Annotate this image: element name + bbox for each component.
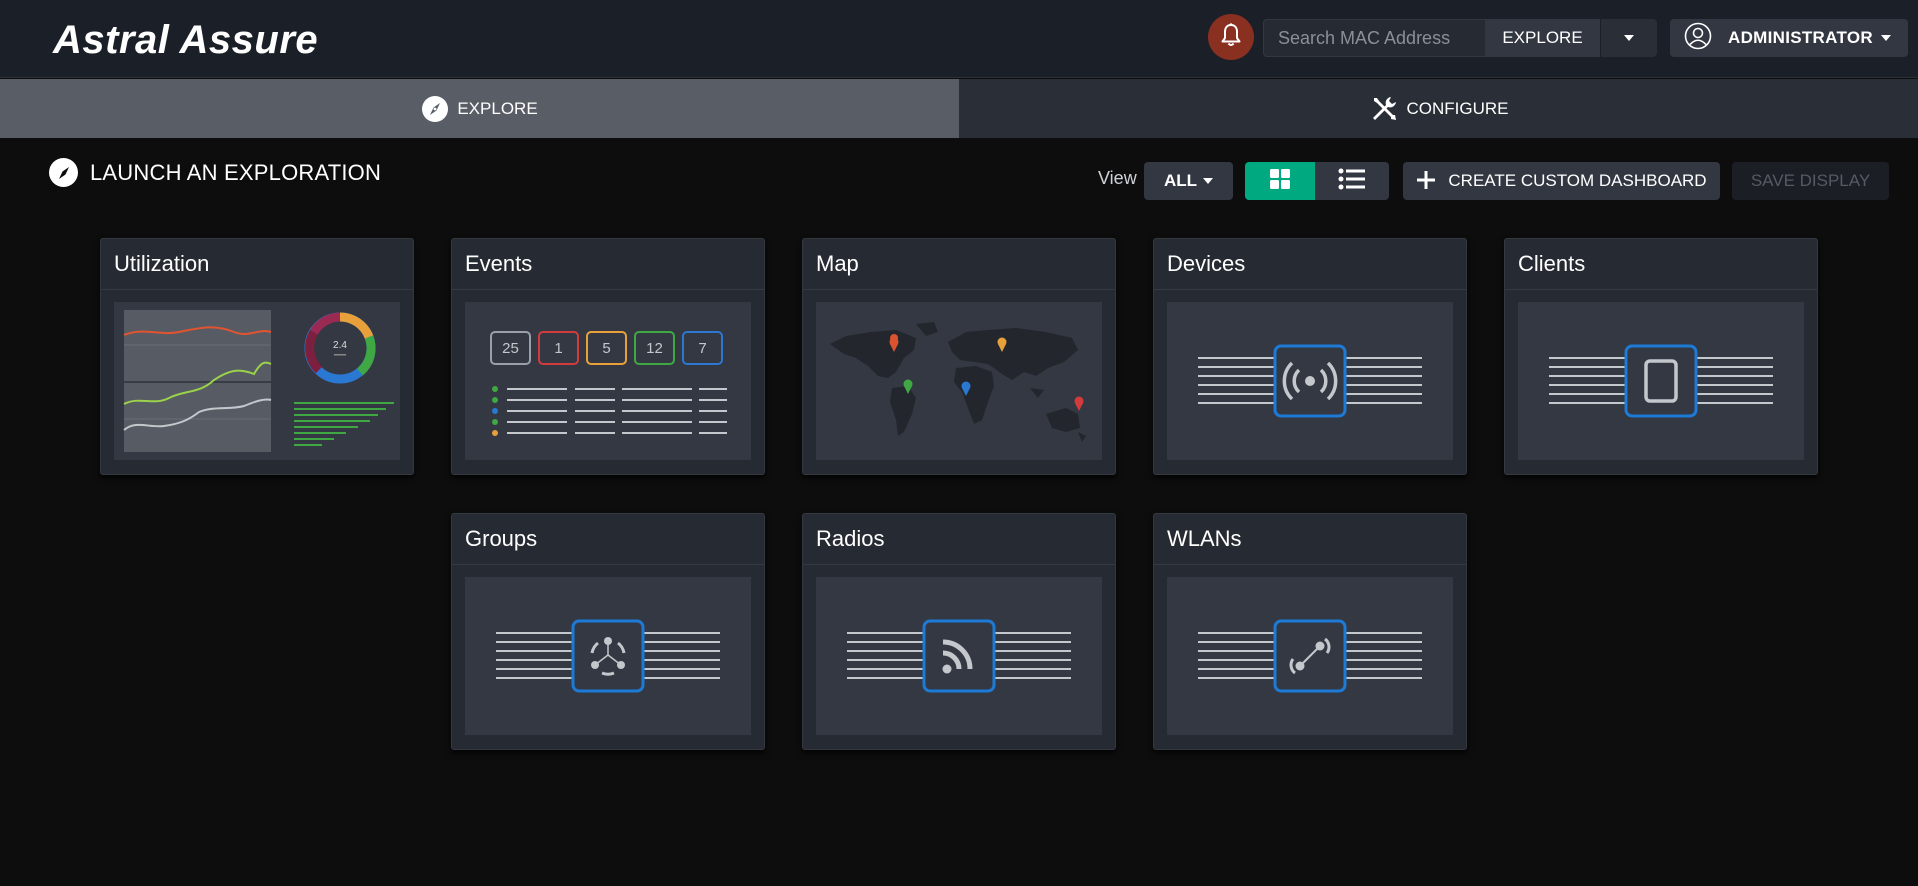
card-groups[interactable]: Groups <box>451 513 765 750</box>
tab-explore[interactable]: EXPLORE <box>0 79 959 138</box>
bell-icon <box>1219 22 1243 53</box>
list-view-button[interactable] <box>1315 162 1389 200</box>
card-divider <box>803 289 1115 290</box>
main-tabs: EXPLORE CONFIGURE <box>0 79 1918 138</box>
card-clients[interactable]: Clients <box>1504 238 1818 475</box>
save-display-button[interactable]: SAVE DISPLAY <box>1732 162 1889 200</box>
card-title: WLANs <box>1167 526 1242 551</box>
groups-preview <box>465 577 751 735</box>
card-title: Utilization <box>114 251 210 276</box>
card-divider <box>1154 564 1466 565</box>
card-title: Events <box>465 251 533 276</box>
chevron-down-icon <box>1880 35 1891 41</box>
explore-search-button[interactable]: EXPLORE <box>1485 19 1600 57</box>
events-preview: 25 1 5 12 7 <box>465 302 751 460</box>
card-divider <box>101 289 413 290</box>
devices-preview <box>1167 302 1453 460</box>
chevron-down-icon <box>1624 35 1634 41</box>
card-wlans[interactable]: WLANs <box>1153 513 1467 750</box>
explore-options-dropdown[interactable] <box>1600 19 1657 57</box>
view-filter-value: ALL <box>1163 171 1198 190</box>
list-icon <box>1338 168 1366 195</box>
card-divider <box>1154 289 1466 290</box>
compass-icon <box>421 95 449 123</box>
card-devices[interactable]: Devices <box>1153 238 1467 475</box>
chevron-down-icon <box>1203 178 1214 184</box>
user-circle-icon <box>1684 22 1712 55</box>
card-divider <box>1505 289 1817 290</box>
view-filter-dropdown[interactable]: ALL <box>1144 162 1233 200</box>
event-count-all: 25 <box>502 340 519 357</box>
notifications-button[interactable] <box>1208 14 1254 60</box>
card-divider <box>452 289 764 290</box>
clients-preview <box>1518 302 1804 460</box>
page-title: LAUNCH AN EXPLORATION <box>49 158 381 187</box>
view-label: View <box>1098 168 1137 188</box>
compass-icon <box>49 158 78 187</box>
create-custom-dashboard-label: CREATE CUSTOM DASHBOARD <box>1448 171 1707 190</box>
tab-configure-label: CONFIGURE <box>1406 98 1509 118</box>
tools-icon <box>1369 94 1399 124</box>
card-map[interactable]: Map <box>802 238 1116 475</box>
donut-value: 2.4 <box>333 340 347 351</box>
app-logo: Astral Assure <box>53 18 319 62</box>
top-header: Astral Assure EXPLORE ADMINISTRATOR <box>0 0 1918 78</box>
user-menu-button[interactable]: ADMINISTRATOR <box>1670 19 1908 57</box>
card-utilization[interactable]: Utilization 2.4 <box>100 238 414 475</box>
event-count-ok: 12 <box>646 340 663 357</box>
map-preview <box>816 302 1102 460</box>
radios-preview <box>816 577 1102 735</box>
mac-search-input[interactable] <box>1263 19 1485 57</box>
grid-icon <box>1269 168 1291 195</box>
tab-explore-label: EXPLORE <box>457 98 538 118</box>
card-radios[interactable]: Radios <box>802 513 1116 750</box>
card-divider <box>452 564 764 565</box>
grid-view-button[interactable] <box>1245 162 1315 200</box>
plus-icon <box>1416 167 1436 195</box>
tab-configure[interactable]: CONFIGURE <box>959 79 1918 138</box>
create-custom-dashboard-button[interactable]: CREATE CUSTOM DASHBOARD <box>1403 162 1720 200</box>
page-title-text: LAUNCH AN EXPLORATION <box>90 159 382 185</box>
card-divider <box>803 564 1115 565</box>
user-name-label: ADMINISTRATOR <box>1728 28 1873 47</box>
wlans-preview <box>1167 577 1453 735</box>
card-title: Clients <box>1518 251 1586 276</box>
card-title: Map <box>816 251 859 276</box>
event-count-warning: 5 <box>602 340 610 357</box>
event-count-info: 7 <box>698 340 706 357</box>
card-title: Radios <box>816 526 885 551</box>
card-events[interactable]: Events 25 1 5 12 7 <box>451 238 765 475</box>
utilization-preview: 2.4 <box>114 302 400 460</box>
card-title: Groups <box>465 526 538 551</box>
card-title: Devices <box>1167 251 1246 276</box>
event-count-critical: 1 <box>554 340 562 357</box>
